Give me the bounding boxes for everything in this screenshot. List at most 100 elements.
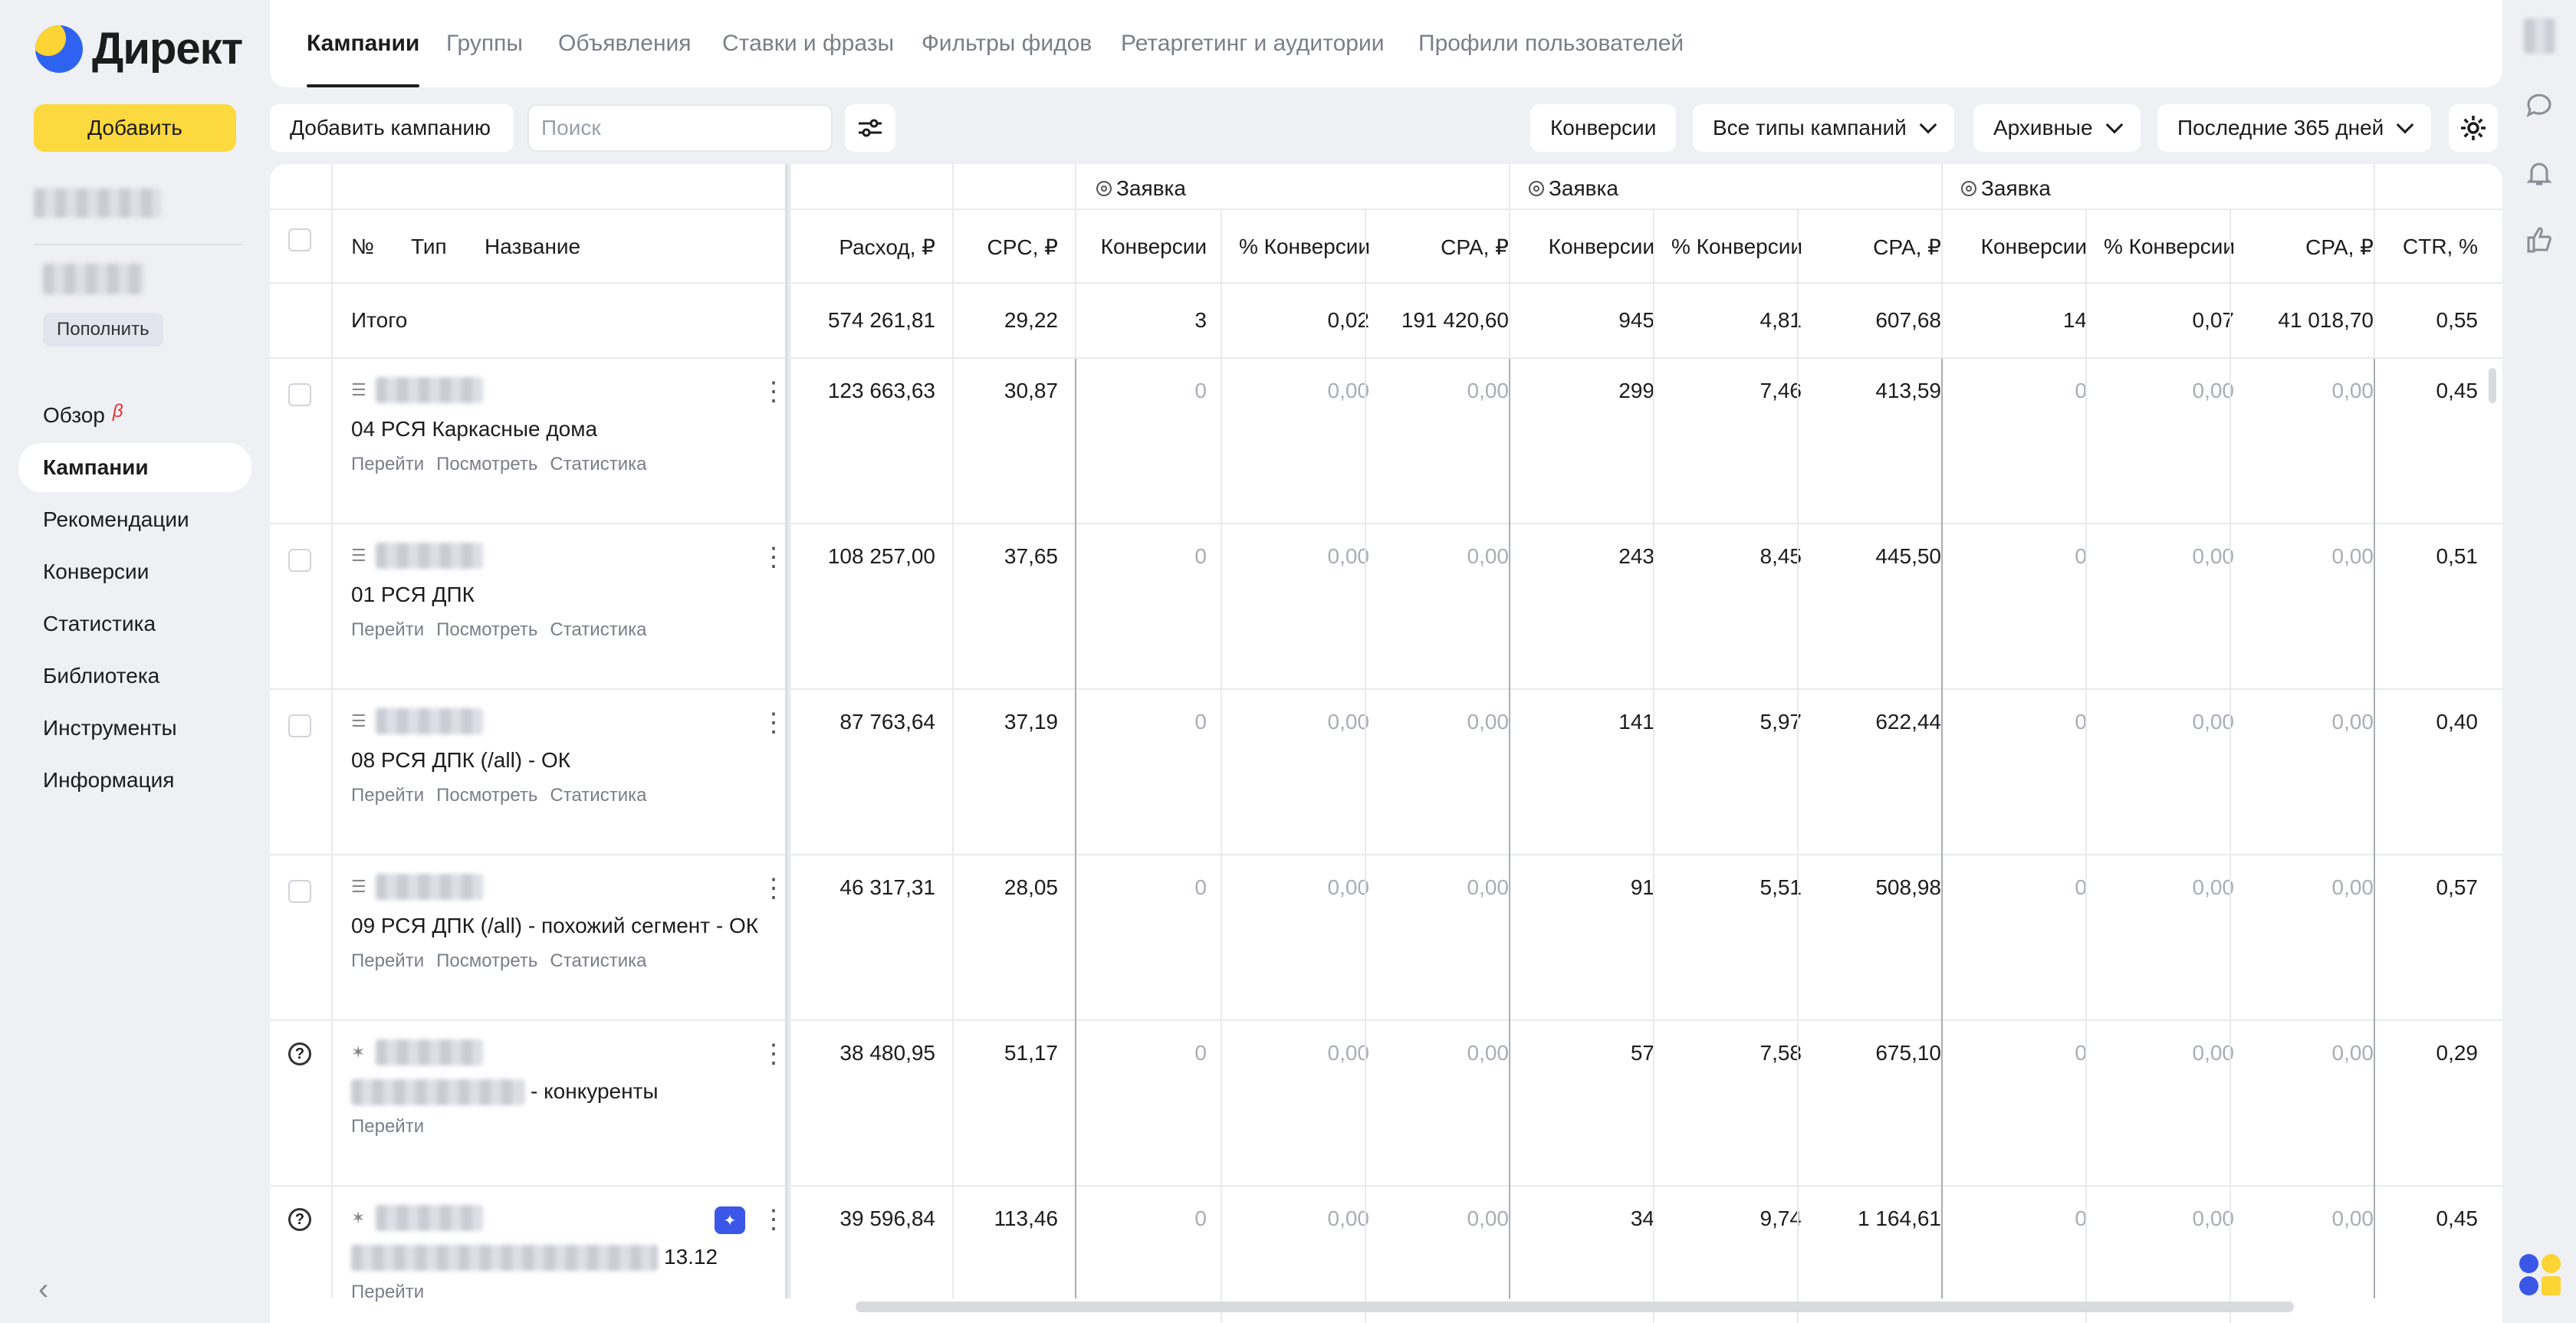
campaign-types-dropdown[interactable]: Все типы кампаний: [1693, 104, 1954, 152]
go-link[interactable]: Перейти: [351, 950, 424, 972]
period-dropdown[interactable]: Последние 365 дней: [2157, 104, 2432, 152]
nav-item-campaigns[interactable]: Кампании: [18, 443, 251, 492]
campaign-name[interactable]: 08 РСЯ ДПК (/all) - ОК: [351, 748, 570, 773]
select-all-checkbox[interactable]: [288, 228, 311, 251]
go-link[interactable]: Перейти: [351, 1282, 424, 1303]
header-ctr[interactable]: CTR, %: [2389, 235, 2478, 259]
more-menu-icon[interactable]: ⋮: [761, 1206, 787, 1233]
tab-bids-phrases[interactable]: Ставки и фразы: [722, 31, 894, 87]
go-link[interactable]: Перейти: [351, 1116, 424, 1138]
thumbs-up-icon[interactable]: [2524, 224, 2555, 254]
header-name[interactable]: Название: [485, 235, 580, 259]
campaign-name[interactable]: 13.12: [664, 1245, 718, 1269]
view-link[interactable]: Посмотреть: [436, 619, 537, 641]
view-link[interactable]: Посмотреть: [436, 454, 537, 475]
stats-link[interactable]: Статистика: [550, 785, 646, 806]
tab-user-profiles[interactable]: Профили пользователей: [1418, 31, 1684, 87]
more-menu-icon[interactable]: ⋮: [761, 379, 787, 405]
campaign-name[interactable]: 04 РСЯ Каркасные дома: [351, 417, 597, 442]
ai-sparkle-icon[interactable]: ✦: [715, 1206, 745, 1234]
header-cpa-2[interactable]: CPA, ₽: [1819, 235, 1941, 260]
archived-dropdown[interactable]: Архивные: [1973, 104, 2141, 152]
goal-group-header-2[interactable]: Заявка: [1529, 176, 1618, 201]
cell-conv-pct-3: 0,00: [2192, 544, 2235, 568]
goal-group-divider: [1941, 359, 1943, 1298]
more-menu-icon[interactable]: ⋮: [761, 544, 787, 570]
campaign-name[interactable]: - конкуренты: [531, 1079, 659, 1104]
row-checkbox[interactable]: [288, 714, 311, 737]
nav-item-info[interactable]: Информация: [18, 756, 251, 805]
go-link[interactable]: Перейти: [351, 454, 424, 475]
more-menu-icon[interactable]: ⋮: [761, 875, 787, 901]
more-menu-icon[interactable]: ⋮: [761, 710, 787, 736]
help-icon[interactable]: ?: [288, 1042, 311, 1065]
table-header-row: № Тип Название Расход, ₽ CPC, ₽ Конверси…: [270, 210, 2502, 284]
tab-retargeting[interactable]: Ретаргетинг и аудитории: [1121, 31, 1384, 87]
search-input[interactable]: [527, 104, 833, 152]
nav-item-conversions[interactable]: Конверсии: [18, 547, 251, 596]
tab-campaigns[interactable]: Кампании: [307, 31, 420, 87]
nav-item-statistics[interactable]: Статистика: [18, 599, 251, 648]
cell-cpa-1: 0,00: [1467, 544, 1510, 568]
tab-groups[interactable]: Группы: [446, 31, 523, 87]
cell-conv-pct-3: 0,00: [2192, 710, 2235, 734]
topup-button[interactable]: Пополнить: [43, 313, 163, 346]
cell-cpc: 37,19: [1004, 710, 1058, 734]
help-icon[interactable]: ?: [288, 1208, 311, 1231]
bell-icon[interactable]: [2524, 158, 2555, 189]
stats-link[interactable]: Статистика: [550, 619, 646, 641]
header-spend[interactable]: Расход, ₽: [807, 235, 935, 260]
campaign-name-blurred: [351, 1079, 524, 1105]
table-row: ☰ ⋮ 04 РСЯ Каркасные дома Перейти Посмотр…: [270, 359, 2502, 524]
header-type[interactable]: Тип: [411, 235, 447, 259]
row-checkbox[interactable]: [288, 383, 311, 406]
cell-conv-pct-1: 0,00: [1327, 1041, 1370, 1065]
go-link[interactable]: Перейти: [351, 619, 424, 641]
campaign-name[interactable]: 01 РСЯ ДПК: [351, 583, 475, 607]
row-checkbox[interactable]: [288, 880, 311, 903]
header-cpc[interactable]: CPC, ₽: [960, 235, 1059, 260]
cell-cpc: 28,05: [1004, 875, 1058, 899]
apps-icon[interactable]: [2519, 1254, 2561, 1295]
tab-feed-filters[interactable]: Фильтры фидов: [922, 31, 1092, 87]
direct-logo[interactable]: Директ: [35, 23, 243, 74]
view-link[interactable]: Посмотреть: [436, 785, 537, 806]
add-campaign-button[interactable]: Добавить кампанию: [270, 104, 514, 152]
filter-settings-button[interactable]: [845, 104, 895, 152]
collapse-sidebar-icon[interactable]: ‹: [38, 1272, 48, 1307]
header-conv-pct-2[interactable]: % Конверсии: [1671, 235, 1802, 259]
more-menu-icon[interactable]: ⋮: [761, 1041, 787, 1067]
nav-item-library[interactable]: Библиотека: [18, 652, 251, 701]
header-conv-pct-1[interactable]: % Конверсии: [1239, 235, 1369, 259]
header-conversions-1[interactable]: Конверсии: [1076, 235, 1207, 259]
right-rail: [2502, 0, 2576, 1323]
goal-group-header-1[interactable]: Заявка: [1096, 176, 1186, 201]
header-conv-pct-3[interactable]: % Конверсии: [2104, 235, 2234, 259]
cell-conv-3: 0: [2075, 875, 2087, 899]
view-link[interactable]: Посмотреть: [436, 950, 537, 972]
tab-ads[interactable]: Объявления: [558, 31, 692, 87]
chat-icon[interactable]: [2524, 89, 2555, 120]
stats-link[interactable]: Статистика: [550, 950, 646, 972]
nav-item-recommendations[interactable]: Рекомендации: [18, 495, 251, 544]
header-num[interactable]: №: [351, 235, 374, 259]
total-conv-pct-1: 0,02: [1327, 308, 1370, 332]
add-button[interactable]: Добавить: [34, 104, 236, 152]
conversions-button[interactable]: Конверсии: [1530, 104, 1677, 152]
cell-conv-pct-1: 0,00: [1327, 379, 1370, 402]
vertical-scrollbar[interactable]: [2489, 368, 2496, 403]
header-cpa-3[interactable]: CPA, ₽: [2251, 235, 2374, 260]
goal-group-header-3[interactable]: Заявка: [1961, 176, 2051, 201]
nav-item-overview[interactable]: Обзор β: [18, 391, 251, 440]
header-conversions-2[interactable]: Конверсии: [1524, 235, 1654, 259]
go-link[interactable]: Перейти: [351, 785, 424, 806]
header-cpa-1[interactable]: CPA, ₽: [1386, 235, 1509, 260]
table-settings-button[interactable]: [2449, 104, 2498, 152]
row-checkbox[interactable]: [288, 549, 311, 572]
user-avatar[interactable]: [2524, 18, 2555, 54]
campaign-name[interactable]: 09 РСЯ ДПК (/all) - похожий сегмент - ОК: [351, 914, 758, 938]
horizontal-scrollbar[interactable]: [856, 1302, 2294, 1312]
header-conversions-3[interactable]: Конверсии: [1957, 235, 2087, 259]
stats-link[interactable]: Статистика: [550, 454, 646, 475]
nav-item-tools[interactable]: Инструменты: [18, 704, 251, 753]
